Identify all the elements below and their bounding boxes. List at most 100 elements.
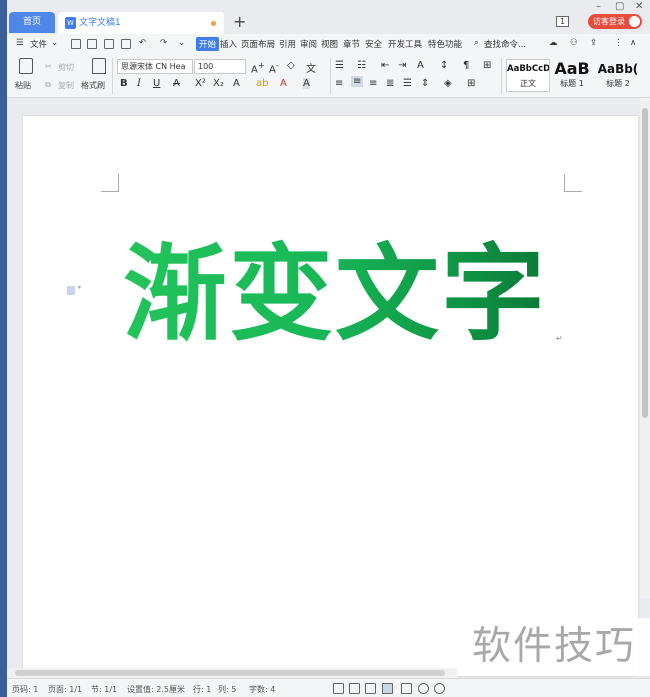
outline-view-icon[interactable]: [401, 683, 412, 694]
cut-button[interactable]: 剪切: [58, 62, 74, 73]
copy-icon[interactable]: ⧉: [45, 80, 51, 90]
menu-security[interactable]: 安全: [365, 38, 382, 50]
gradient-text[interactable]: 渐变文字: [123, 234, 547, 354]
style-normal[interactable]: AaBbCcDd 正文: [506, 59, 550, 92]
minimize-button[interactable]: –: [596, 1, 601, 12]
eye-protection-icon[interactable]: [434, 683, 445, 694]
style-heading-1[interactable]: AaB 标题 1: [550, 59, 594, 92]
grow-font-icon[interactable]: A+: [251, 60, 265, 75]
font-name-select[interactable]: 思源宋体 CN Hea: [117, 59, 193, 74]
status-word-count[interactable]: 字数: 4: [249, 684, 275, 695]
document-page[interactable]: ▾ 渐变文字 ↵: [23, 116, 638, 676]
increase-indent-icon[interactable]: ⇥: [398, 60, 406, 71]
status-pages[interactable]: 页面: 1/1: [48, 684, 82, 695]
sort-icon[interactable]: ↕: [440, 60, 448, 71]
menu-view[interactable]: 视图: [321, 38, 338, 50]
page-view-icon[interactable]: [382, 683, 393, 694]
vertical-scroll-thumb[interactable]: [642, 108, 648, 418]
customize-toolbar-icon[interactable]: ⌄: [178, 38, 185, 48]
char-shading-icon[interactable]: A: [303, 78, 310, 89]
menu-insert[interactable]: 插入: [220, 38, 237, 50]
shading-icon[interactable]: ◈: [444, 78, 452, 89]
collapse-ribbon-icon[interactable]: ∧: [630, 38, 636, 48]
distribute-icon[interactable]: ☰: [403, 78, 412, 89]
undo-icon[interactable]: ↶: [139, 38, 146, 48]
cloud-icon[interactable]: ☁: [549, 38, 558, 48]
document-icon: W: [65, 17, 76, 29]
write-mode-icon[interactable]: [365, 683, 376, 694]
menu-review[interactable]: 审阅: [300, 38, 317, 50]
redo-icon[interactable]: ↷: [160, 38, 167, 48]
web-view-icon[interactable]: [418, 683, 429, 694]
underline-button[interactable]: U: [153, 78, 160, 89]
clear-format-icon[interactable]: ◇: [287, 60, 295, 71]
numbered-list-icon[interactable]: ☷: [357, 60, 366, 71]
tab-home[interactable]: 首页: [9, 12, 55, 33]
tab-document[interactable]: W 文字文稿1: [58, 12, 224, 34]
decrease-indent-icon[interactable]: ⇤: [381, 60, 389, 71]
line-spacing-icon[interactable]: ⇕: [421, 78, 429, 89]
borders-icon[interactable]: ⊞: [467, 78, 475, 89]
horizontal-scroll-thumb[interactable]: [15, 670, 445, 676]
document-canvas[interactable]: ▾ 渐变文字 ↵: [7, 98, 643, 676]
login-button[interactable]: 访客登录: [588, 14, 642, 29]
horizontal-scrollbar[interactable]: [7, 668, 457, 678]
text-effect-icon[interactable]: A: [233, 78, 240, 89]
fullscreen-icon[interactable]: [333, 683, 344, 694]
font-size-select[interactable]: 100: [194, 59, 246, 74]
print-icon[interactable]: [104, 39, 114, 49]
command-search-input[interactable]: 查找命令...: [484, 38, 526, 50]
vertical-scrollbar[interactable]: [640, 98, 650, 598]
menu-references[interactable]: 引用: [279, 38, 296, 50]
font-color-icon[interactable]: A: [280, 78, 287, 89]
style-heading-2[interactable]: AaBb( 标题 2: [594, 59, 642, 92]
cut-icon[interactable]: ✂: [45, 62, 52, 71]
bullet-list-icon[interactable]: ☰: [335, 60, 344, 71]
table-icon[interactable]: ⊞: [483, 60, 491, 71]
text-direction-icon[interactable]: A: [417, 60, 424, 71]
bold-button[interactable]: B: [120, 78, 128, 89]
format-painter-button[interactable]: 格式刷: [81, 80, 105, 91]
menu-page-layout[interactable]: 页面布局: [241, 38, 275, 50]
justify-icon[interactable]: ≣: [386, 78, 394, 89]
strikethrough-icon[interactable]: A: [173, 78, 180, 89]
share-user-icon[interactable]: ⚇: [570, 38, 578, 48]
close-button[interactable]: ✕: [635, 1, 643, 12]
maximize-button[interactable]: ▢: [615, 1, 624, 12]
save-icon[interactable]: [71, 39, 81, 49]
menu-start[interactable]: 开始: [196, 37, 220, 51]
chevron-down-icon[interactable]: ⌄: [51, 38, 58, 48]
print-preview-icon[interactable]: [121, 39, 131, 49]
export-pdf-icon[interactable]: [87, 39, 97, 49]
window-count-badge[interactable]: 1: [556, 16, 569, 27]
subscript-icon[interactable]: X₂: [213, 78, 224, 89]
paste-icon[interactable]: [19, 58, 33, 74]
style-heading-1-sample: AaB: [554, 60, 590, 78]
more-icon[interactable]: ⋮: [614, 38, 623, 48]
menu-developer-tools[interactable]: 开发工具: [388, 38, 422, 50]
paragraph-handle-icon[interactable]: [67, 286, 75, 295]
show-marks-icon[interactable]: ¶: [463, 60, 469, 71]
paste-button[interactable]: 粘贴: [15, 80, 31, 91]
highlight-icon[interactable]: ab: [256, 78, 268, 89]
copy-button[interactable]: 复制: [58, 80, 74, 91]
menu-special-features[interactable]: 特色功能: [428, 38, 462, 50]
hamburger-icon[interactable]: ☰: [16, 38, 24, 48]
reading-mode-icon[interactable]: [349, 683, 360, 694]
format-painter-icon[interactable]: [92, 58, 106, 74]
new-tab-button[interactable]: +: [233, 12, 246, 32]
phonetic-guide-icon[interactable]: 文: [306, 60, 316, 75]
superscript-icon[interactable]: X²: [195, 78, 206, 89]
italic-button[interactable]: I: [137, 78, 141, 89]
share-icon[interactable]: ⇪: [590, 38, 597, 48]
status-page-number[interactable]: 页码: 1: [12, 684, 38, 695]
status-setting[interactable]: 设置值: 2.5厘米: [127, 684, 185, 695]
search-icon[interactable]: ⌕: [474, 38, 479, 48]
paragraph-menu-icon[interactable]: ▾: [78, 284, 81, 291]
align-right-icon[interactable]: ≡: [369, 78, 377, 89]
align-left-icon[interactable]: ≡: [335, 78, 343, 89]
align-center-icon[interactable]: ≡: [351, 76, 364, 87]
shrink-font-icon[interactable]: A-: [269, 60, 279, 75]
menu-chapter[interactable]: 章节: [343, 38, 360, 50]
menu-file[interactable]: 文件: [30, 38, 47, 50]
